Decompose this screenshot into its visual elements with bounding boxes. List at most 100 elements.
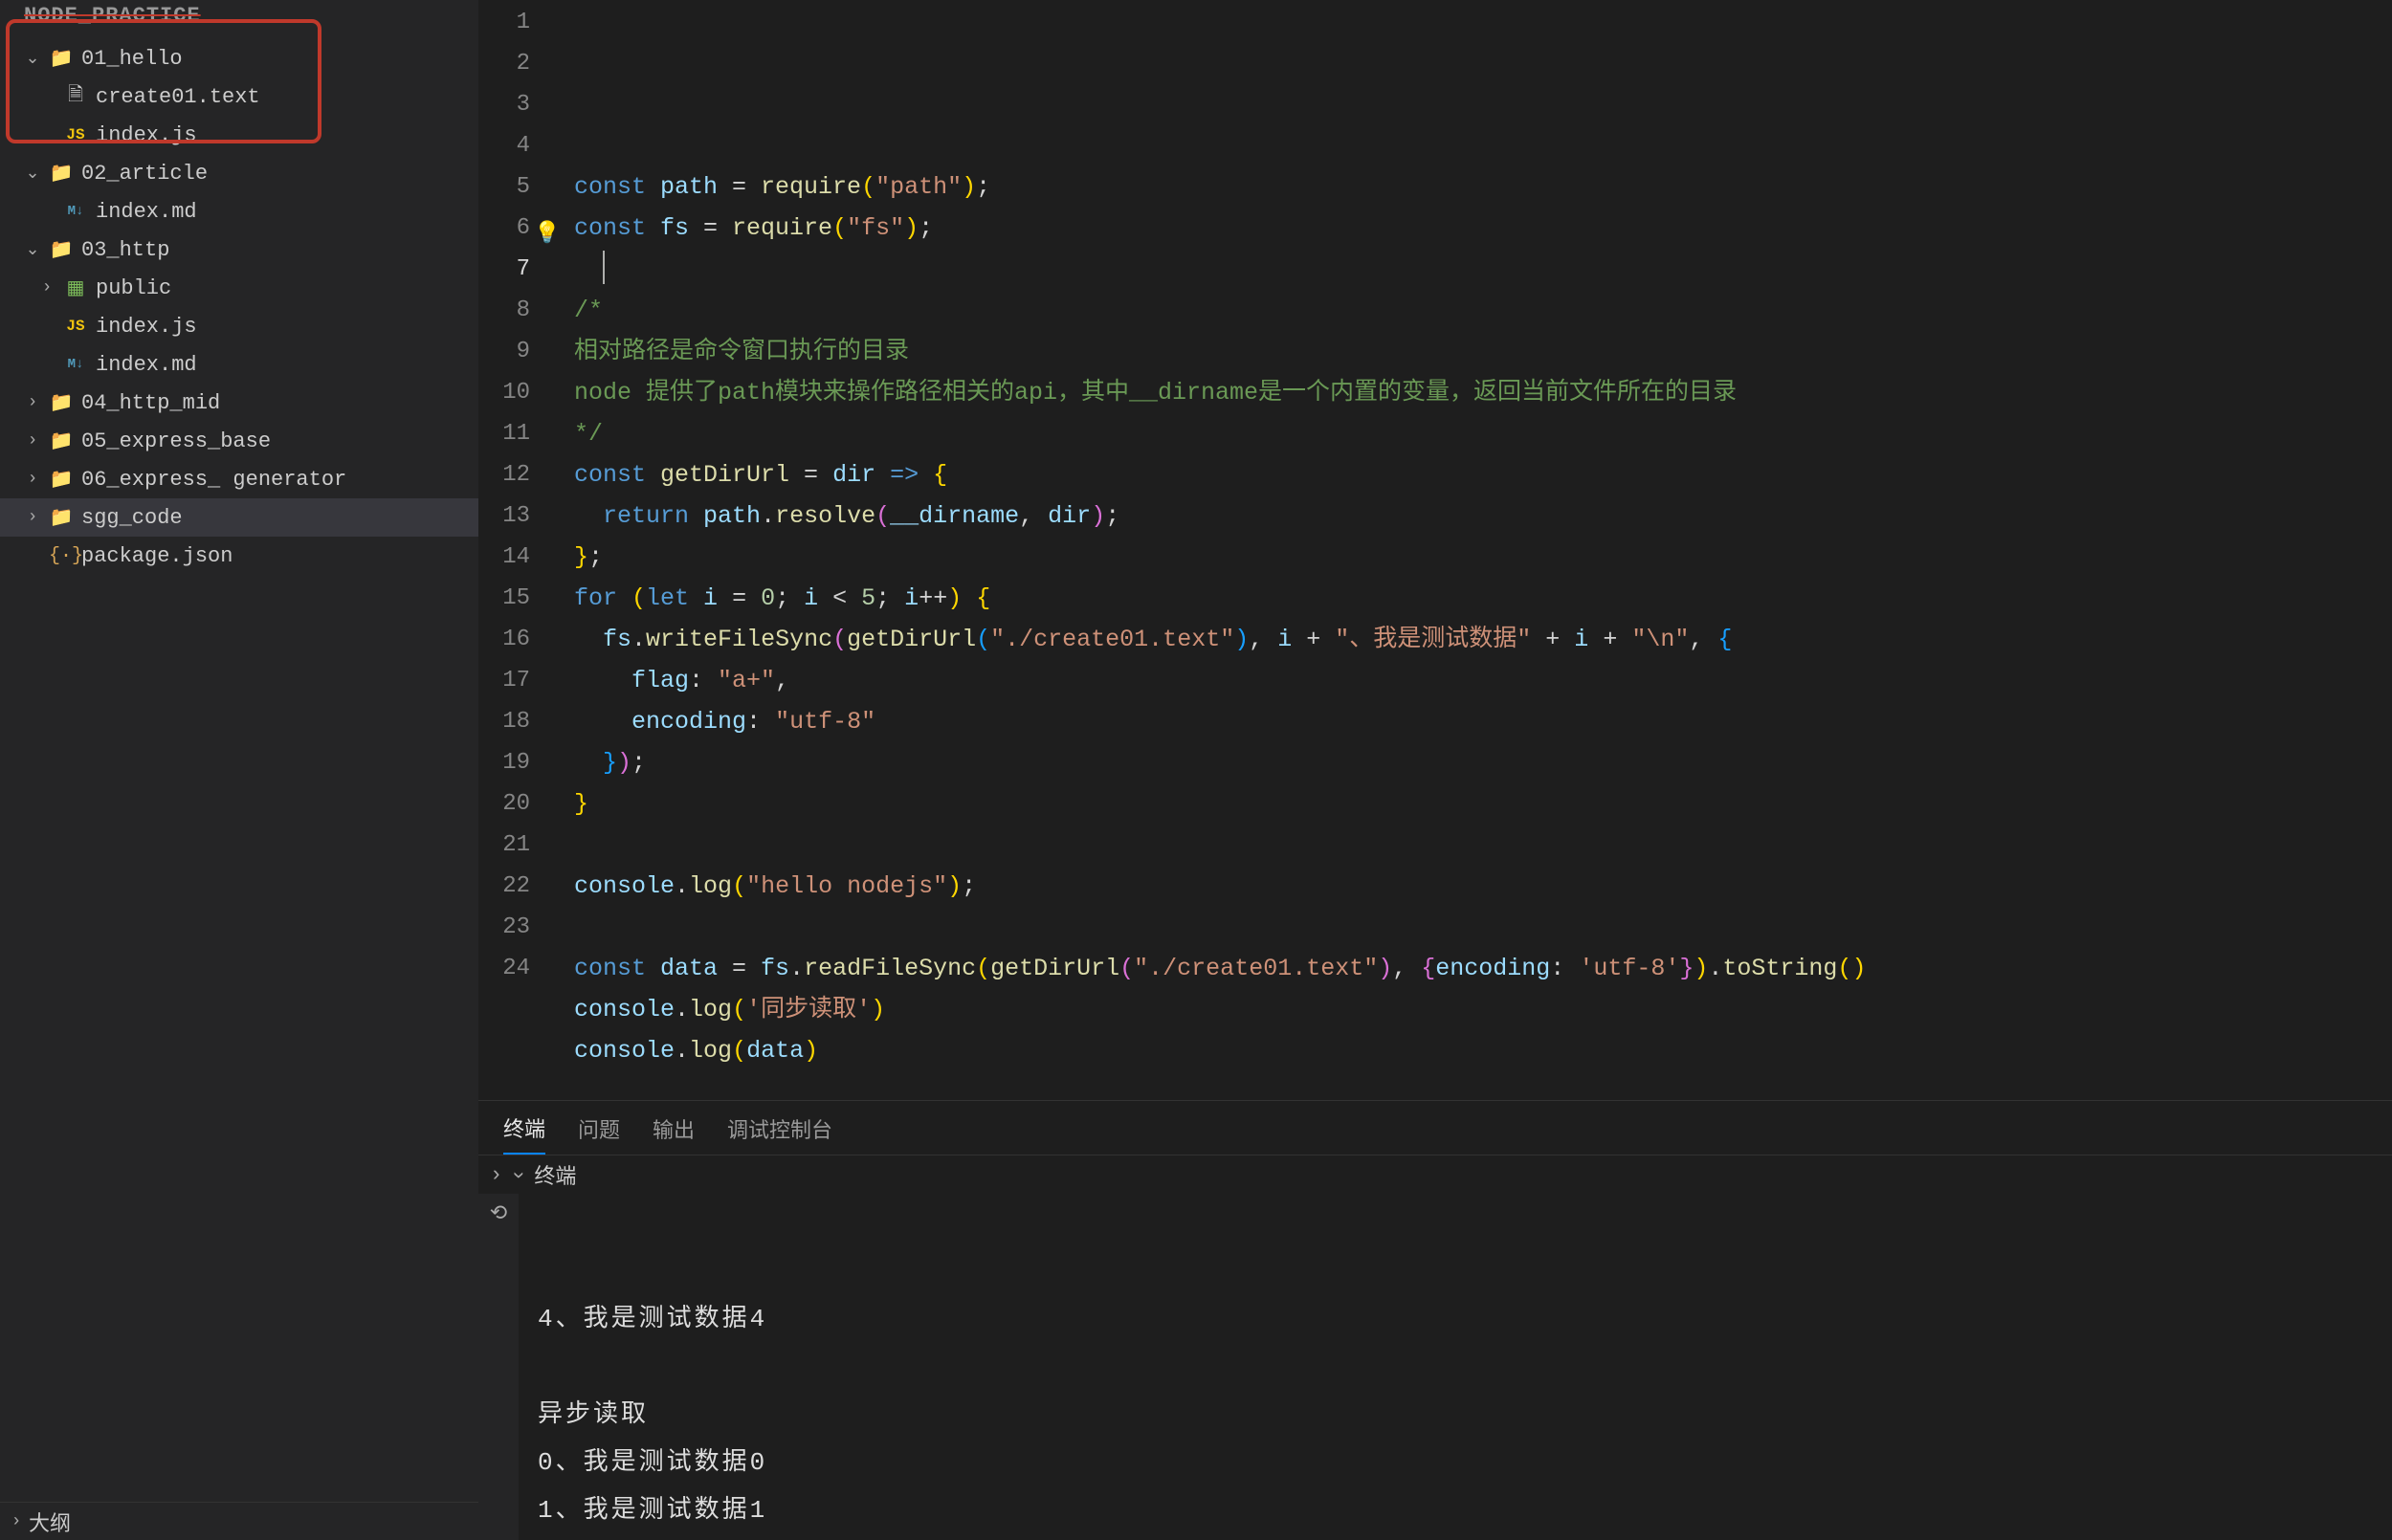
- code-line[interactable]: /*: [574, 290, 2392, 331]
- chevron-right-icon: ›: [24, 470, 41, 489]
- item-label: index.md: [96, 353, 197, 377]
- code-line[interactable]: [574, 907, 2392, 948]
- line-number: 23: [478, 907, 545, 948]
- file-item[interactable]: JSindex.js: [0, 116, 478, 154]
- code-line[interactable]: [574, 249, 2392, 290]
- code-line[interactable]: }: [574, 783, 2392, 825]
- code-line[interactable]: [574, 825, 2392, 866]
- line-number: 5: [478, 166, 545, 208]
- terminal-line: [538, 1343, 2382, 1391]
- folder-icon: 📁: [49, 46, 74, 71]
- item-label: 05_express_base: [81, 429, 271, 453]
- file-item[interactable]: M↓ index.md: [0, 192, 478, 231]
- line-number: 8: [478, 290, 545, 331]
- code-content[interactable]: 💡 const path = require("path");const fs …: [545, 0, 2392, 1100]
- code-line[interactable]: node 提供了path模块来操作路径相关的api，其中__dirname是一个…: [574, 372, 2392, 413]
- line-number: 4: [478, 125, 545, 166]
- line-number: 16: [478, 619, 545, 660]
- green-icon: ▦: [63, 275, 88, 300]
- panel-tab-problems[interactable]: 问题: [578, 1113, 620, 1154]
- folder-icon: 📁: [49, 505, 74, 530]
- code-line[interactable]: [574, 1071, 2392, 1100]
- code-line[interactable]: });: [574, 742, 2392, 783]
- chevron-right-icon: ›: [24, 431, 41, 451]
- chevron-right-icon: ›: [490, 1163, 502, 1187]
- chevron-down-icon: ⌄: [24, 163, 41, 184]
- terminal-title: 终端: [534, 1159, 576, 1190]
- terminal-line: 1、我是测试数据1: [538, 1486, 2382, 1534]
- chevron-down-icon: ⌄: [24, 48, 41, 69]
- folder-icon: 📁: [49, 237, 74, 262]
- folder-item[interactable]: ⌄📁02_article: [0, 154, 478, 192]
- code-line[interactable]: const path = require("path");: [574, 166, 2392, 208]
- file-item[interactable]: 🗎create01.text: [0, 77, 478, 116]
- item-label: public: [96, 276, 171, 300]
- item-label: index.js: [96, 123, 197, 147]
- outline-section[interactable]: › 大纲: [0, 1502, 478, 1540]
- panel-tabs: 终端问题输出调试控制台: [478, 1101, 2392, 1155]
- folder-item[interactable]: ⌄ 📁 01_hello: [0, 39, 478, 77]
- code-line[interactable]: console.log(data): [574, 1030, 2392, 1071]
- folder-icon: 📁: [49, 429, 74, 453]
- line-number: 10: [478, 372, 545, 413]
- panel-tab-debug[interactable]: 调试控制台: [727, 1113, 832, 1154]
- code-line[interactable]: const fs = require("fs");: [574, 208, 2392, 249]
- code-line[interactable]: const getDirUrl = dir => {: [574, 454, 2392, 495]
- terminal-line: 2、我是测试数据2: [538, 1534, 2382, 1540]
- folder-item[interactable]: ›📁04_http_mid: [0, 384, 478, 422]
- code-line[interactable]: console.log("hello nodejs");: [574, 866, 2392, 907]
- line-number: 19: [478, 742, 545, 783]
- folder-item[interactable]: ›📁sgg_code: [0, 498, 478, 537]
- file-tree[interactable]: ⌄📁01_hello🗎create01.textJSindex.js⌄📁02_a…: [0, 37, 478, 1502]
- json-icon: {·}: [49, 545, 74, 567]
- line-number: 22: [478, 866, 545, 907]
- code-line[interactable]: for (let i = 0; i < 5; i++) {: [574, 578, 2392, 619]
- history-icon[interactable]: ⟲: [490, 1201, 507, 1226]
- item-label: 03_http: [81, 238, 169, 262]
- file-item[interactable]: {·} package.json: [0, 537, 478, 575]
- terminal-line: 4、我是测试数据4: [538, 1295, 2382, 1343]
- line-number: 24: [478, 948, 545, 989]
- panel-tab-output[interactable]: 输出: [653, 1113, 695, 1154]
- terminal-output[interactable]: 4、我是测试数据4 异步读取0、我是测试数据01、我是测试数据12、我是测试数据…: [519, 1194, 2392, 1540]
- code-line[interactable]: };: [574, 537, 2392, 578]
- lightbulb-icon[interactable]: 💡: [534, 213, 560, 254]
- item-label: 06_express_ generator: [81, 468, 346, 492]
- file-item[interactable]: JSindex.js: [0, 307, 478, 345]
- file-icon: 🗎: [63, 80, 88, 113]
- file-item[interactable]: M↓ index.md: [0, 345, 478, 384]
- line-number: 3: [478, 84, 545, 125]
- code-line[interactable]: const data = fs.readFileSync(getDirUrl("…: [574, 948, 2392, 989]
- code-editor[interactable]: 123456789101112131415161718192021222324 …: [478, 0, 2392, 1100]
- code-line[interactable]: flag: "a+",: [574, 660, 2392, 701]
- terminal-header[interactable]: › › 终端: [478, 1155, 2392, 1194]
- line-number: 11: [478, 413, 545, 454]
- code-line[interactable]: encoding: "utf-8": [574, 701, 2392, 742]
- line-number: 14: [478, 537, 545, 578]
- code-line[interactable]: 相对路径是命令窗口执行的目录: [574, 331, 2392, 372]
- bottom-panel: 终端问题输出调试控制台 › › 终端 ⟲ 4、我是测试数据4 异步读取0、我是测…: [478, 1100, 2392, 1540]
- folder-item[interactable]: ›📁06_express_ generator: [0, 460, 478, 498]
- folder-item[interactable]: › 📁 05_express_base: [0, 422, 478, 460]
- item-label: index.md: [96, 200, 197, 224]
- line-number: 9: [478, 331, 545, 372]
- line-number: 18: [478, 701, 545, 742]
- chevron-right-icon: ›: [38, 278, 55, 297]
- line-number: 13: [478, 495, 545, 537]
- code-line[interactable]: fs.writeFileSync(getDirUrl("./create01.t…: [574, 619, 2392, 660]
- js-icon: JS: [63, 318, 88, 335]
- item-label: 02_article: [81, 162, 208, 186]
- folder-item[interactable]: › ▦ public: [0, 269, 478, 307]
- code-line[interactable]: return path.resolve(__dirname, dir);: [574, 495, 2392, 537]
- item-label: sgg_code: [81, 506, 183, 530]
- terminal-side-strip: ⟲: [478, 1194, 519, 1540]
- folder-item[interactable]: ⌄📁03_http: [0, 231, 478, 269]
- md-icon: M↓: [63, 204, 88, 219]
- panel-tab-terminal[interactable]: 终端: [503, 1112, 545, 1155]
- code-line[interactable]: console.log('同步读取'): [574, 989, 2392, 1030]
- md-icon: M↓: [63, 357, 88, 372]
- item-label: package.json: [81, 544, 233, 568]
- main-area: 123456789101112131415161718192021222324 …: [478, 0, 2392, 1540]
- item-label: 01_hello: [81, 47, 183, 71]
- code-line[interactable]: */: [574, 413, 2392, 454]
